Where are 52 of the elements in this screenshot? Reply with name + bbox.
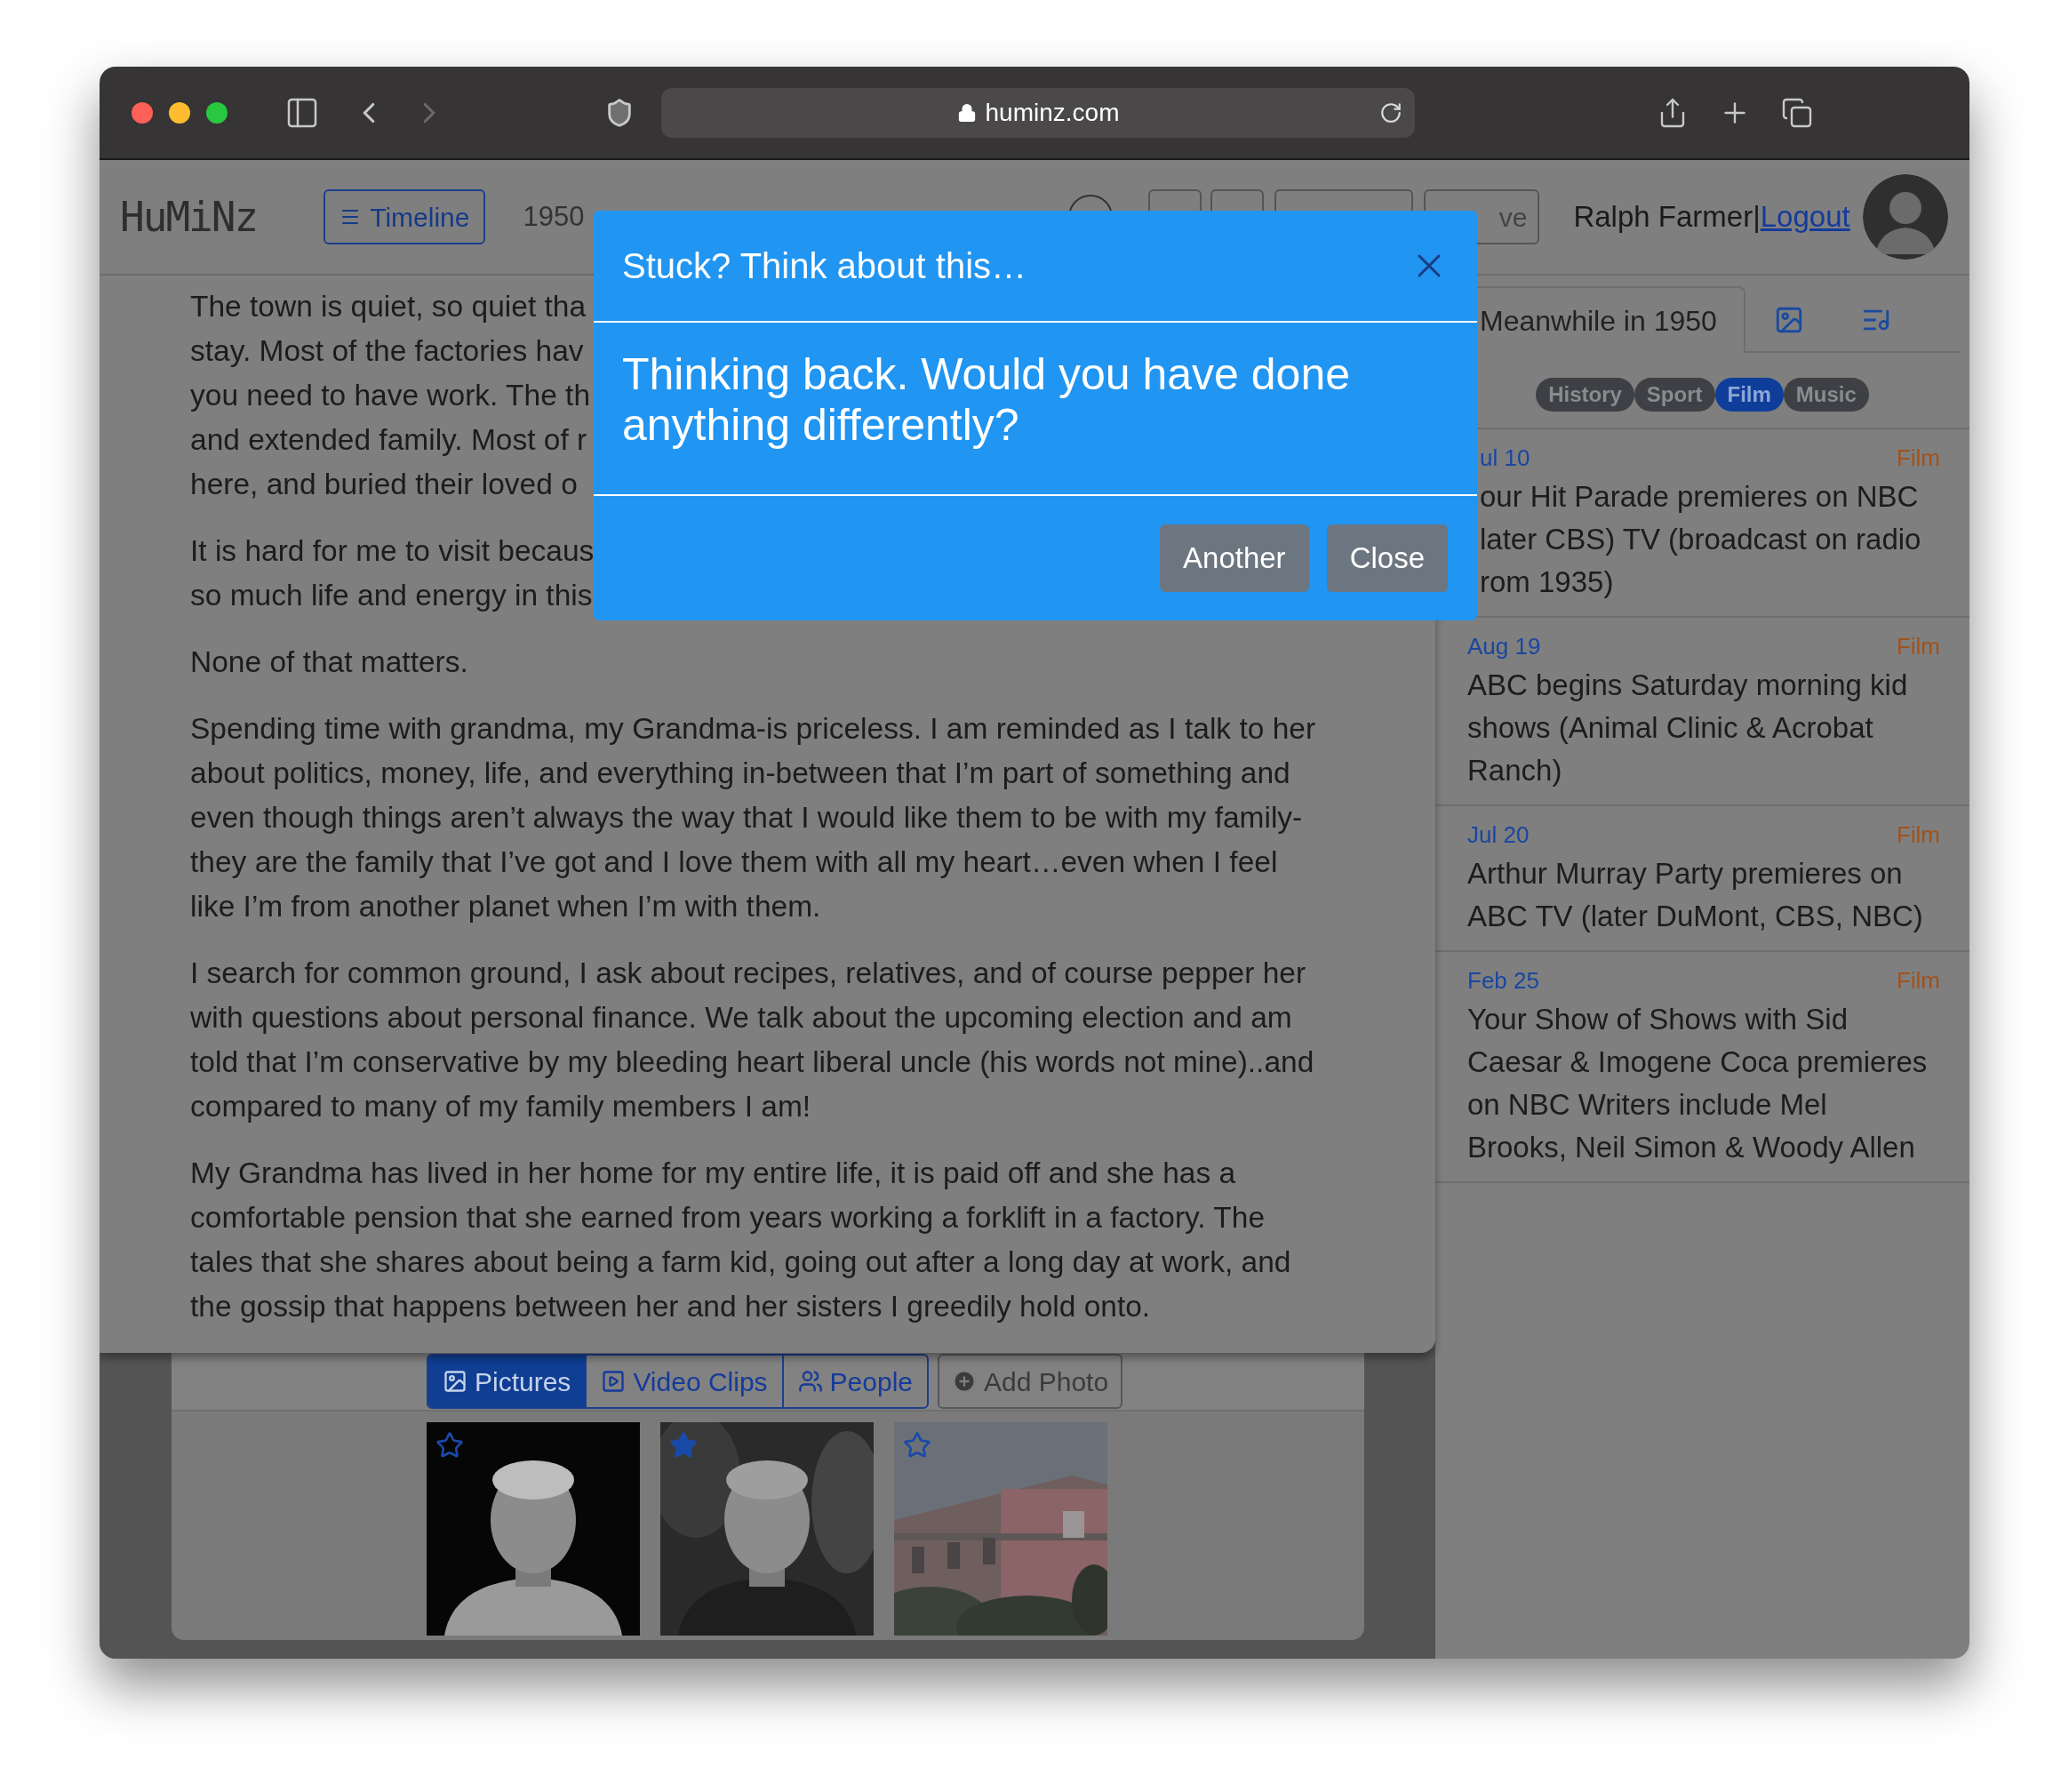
filter-pill[interactable]: History — [1536, 378, 1634, 412]
story-paragraph: None of that matters. — [190, 644, 468, 680]
dialog-button[interactable]: Another — [1160, 524, 1309, 592]
event-category: Film — [1896, 966, 1940, 996]
people-icon — [797, 1369, 823, 1394]
dialog-title: Stuck? Think about this… — [622, 245, 1027, 287]
event-description: our Hit Parade premieres on NBC later CBS) TV (broadcast on radio rom 1935) — [1480, 479, 1922, 600]
filter-pill[interactable]: Film — [1714, 378, 1784, 412]
star-icon[interactable] — [669, 1431, 698, 1460]
story-title: 1950 — [523, 199, 585, 234]
video-icon — [601, 1369, 627, 1394]
dialog-button[interactable]: Close — [1326, 524, 1448, 592]
story-paragraph: Spending time with grandma, my Grandma-is priceless. I am reminded as I talk to her about politics, money, life, and everything in-between that I’m part of something and even though things aren’t always the way that I would like them to be with my family- they are the family that I’ve got and I love them with all my heart…even when I feel like I’m from another planet when I’m with them. — [190, 711, 1316, 924]
event-date: Feb 25 — [1467, 966, 1539, 996]
event-description: Your Show of Shows with Sid Caesar & Imogene Coca premieres on NBC Writers include Mel Brooks, Neil Simon & Woody Allen — [1467, 1002, 1929, 1165]
tabs-overview-icon[interactable] — [1781, 96, 1813, 129]
image-icon — [443, 1369, 467, 1394]
media-tab[interactable]: Video Clips — [585, 1356, 782, 1407]
story-paragraph: My Grandma has lived in her home for my entire life, it is paid off and she has a comfortable pension that she earned from years working a forklift in a factory. The tales that she shares about being a farm kid, going out after a long day at work, and the gossip that happens between her and her sisters I greedily hold onto. — [190, 1156, 1291, 1324]
site-logo[interactable]: HuMiNz — [120, 186, 258, 248]
filter-pill[interactable]: Music — [1783, 378, 1869, 412]
filter-pill[interactable]: Sport — [1634, 378, 1715, 412]
media-tab[interactable]: Pictures — [428, 1356, 586, 1407]
event-category: Film — [1896, 444, 1940, 473]
dialog-prompt: Thinking back. Would you have done anything differently? — [622, 349, 1352, 451]
event-date: Jul 20 — [1467, 820, 1530, 850]
maximize-window-button[interactable] — [206, 101, 228, 124]
address-bar[interactable]: huminz.com — [661, 87, 1415, 138]
event-category: Film — [1896, 820, 1940, 850]
event-description: Arthur Murray Party premieres on ABC TV (later DuMont, CBS, NBC) — [1467, 856, 1924, 934]
star-icon[interactable] — [435, 1431, 464, 1460]
star-icon[interactable] — [903, 1431, 931, 1460]
minimize-window-button[interactable] — [169, 101, 190, 124]
avatar[interactable] — [1862, 174, 1948, 260]
timeline-button[interactable]: Timeline — [324, 189, 486, 244]
close-window-button[interactable] — [132, 101, 153, 124]
logout-link[interactable]: Logout — [1760, 195, 1850, 239]
story-paragraph: The town is quiet, so quiet tha stay. Most of the factories hav you need to have work. The th and extended family. Most of r here, and buried their loved o — [190, 289, 591, 502]
user-name: Ralph Farmer — [1573, 199, 1753, 236]
url-text: huminz.com — [985, 97, 1120, 128]
separator: | — [1753, 199, 1761, 236]
event-description: ABC begins Saturday morning kid shows (Animal Clinic & Acrobat Ranch) — [1467, 668, 1909, 788]
event-category: Film — [1896, 632, 1940, 661]
lock-icon — [956, 102, 977, 123]
media-tab[interactable]: People — [781, 1356, 927, 1407]
plus-circle-icon — [952, 1369, 977, 1394]
add-photo-button[interactable]: Add Photo — [938, 1354, 1123, 1409]
event-date: ul 10 — [1480, 444, 1530, 473]
story-paragraph: It is hard for me to visit becaus so much life and energy in this — [190, 533, 595, 613]
reload-icon[interactable] — [1379, 100, 1402, 124]
event-date: Aug 19 — [1467, 632, 1541, 661]
story-paragraph: I search for common ground, I ask about recipes, relatives, and of course pepper her with questions about personal finance. We talk about the upcoming election and am told that I’m conservative by my bleeding heart liberal uncle (his words not mine)..and compared to many of my family members I am! — [190, 956, 1314, 1124]
